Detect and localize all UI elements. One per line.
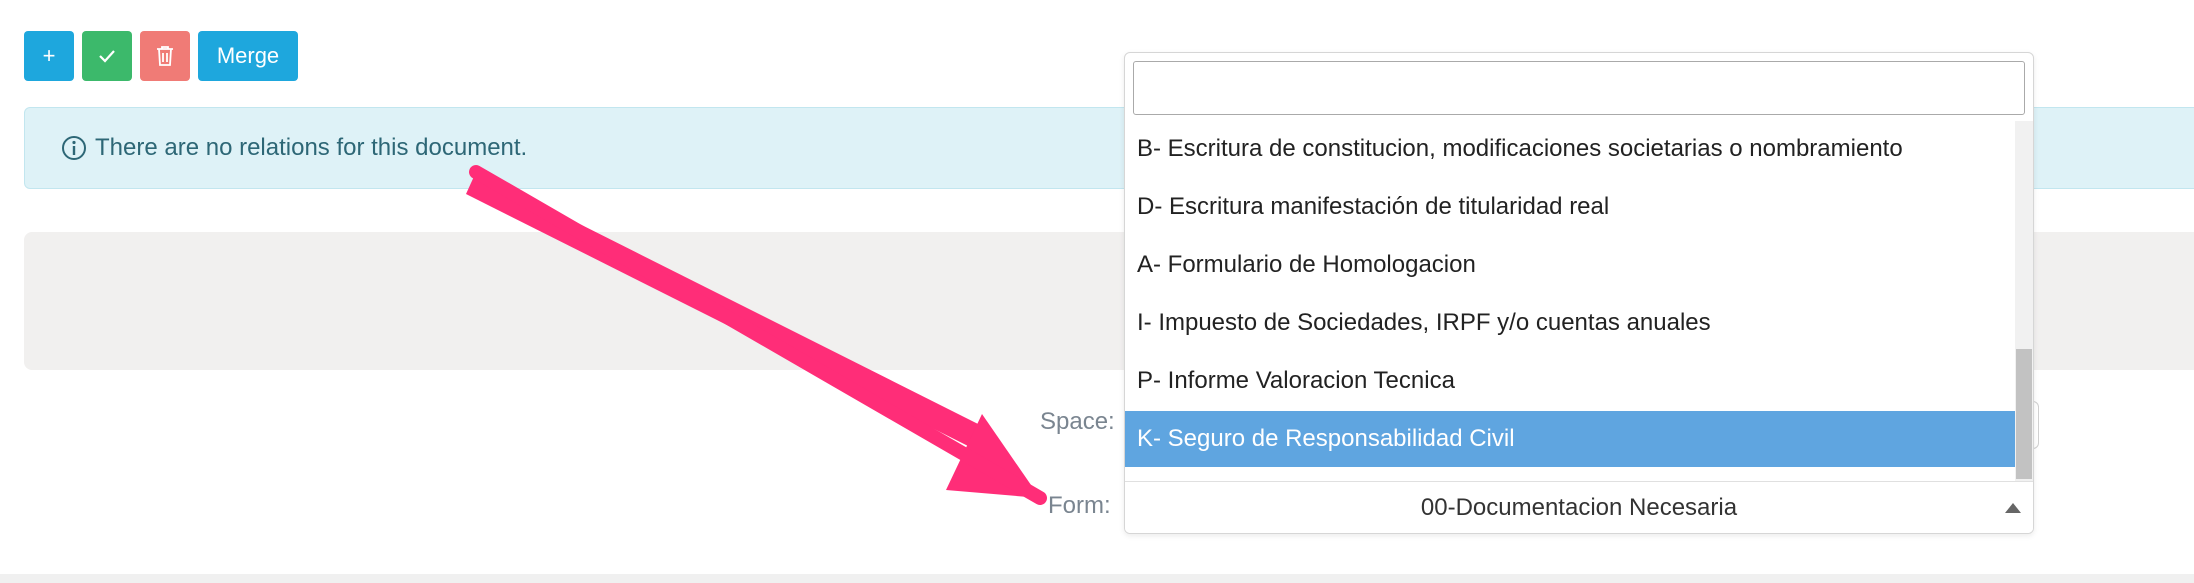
form-label: Form: (1048, 492, 1111, 519)
plus-icon: + (42, 43, 56, 68)
caret-up-icon (2005, 503, 2021, 513)
form-select[interactable]: 00-Documentacion Necesaria (1125, 481, 2033, 533)
delete-button[interactable] (140, 31, 190, 81)
trash-icon (157, 46, 173, 66)
dropdown-search-input[interactable] (1133, 61, 2025, 115)
option-i[interactable]: I- Impuesto de Sociedades, IRPF y/o cuen… (1125, 295, 2015, 351)
toolbar: + Merge (24, 31, 298, 81)
option-p[interactable]: P- Informe Valoracion Tecnica (1125, 353, 2015, 409)
option-d[interactable]: D- Escritura manifestación de titularida… (1125, 179, 2015, 235)
add-button[interactable]: + (24, 31, 74, 81)
options-list: B- Escritura de constitucion, modificaci… (1125, 121, 2015, 531)
form-select-value: 00-Documentacion Necesaria (1420, 493, 1738, 521)
info-icon (61, 135, 87, 161)
space-label: Space: (1040, 408, 1115, 435)
check-icon (99, 50, 115, 63)
bottom-divider (0, 574, 2194, 583)
option-b[interactable]: B- Escritura de constitucion, modificaci… (1125, 121, 2015, 177)
merge-button[interactable]: Merge (198, 31, 298, 81)
form-select-dropdown: B- Escritura de constitucion, modificaci… (1124, 52, 2034, 534)
confirm-button[interactable] (82, 31, 132, 81)
options-scrollbar[interactable] (2015, 121, 2033, 533)
scrollbar-thumb[interactable] (2016, 349, 2032, 479)
option-a[interactable]: A- Formulario de Homologacion (1125, 237, 2015, 293)
option-k[interactable]: K- Seguro de Responsabilidad Civil (1125, 411, 2015, 467)
alert-message: There are no relations for this document… (95, 134, 528, 161)
